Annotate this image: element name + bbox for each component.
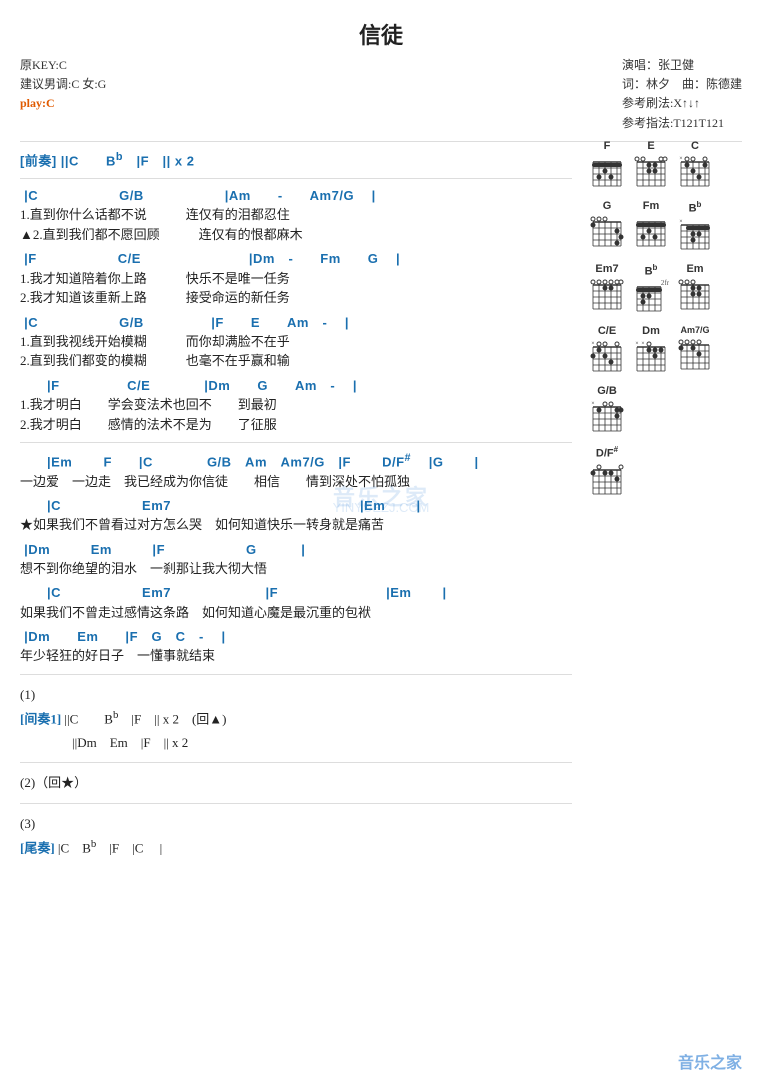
chord-Em: Em <box>676 263 714 316</box>
chord-row-4: C/E × <box>588 325 748 375</box>
lyric-line-4a: 1.我才明白 学会变法术也回不 到最初 <box>20 395 572 415</box>
chorus-chords-5: |Dm Em |F G C - | 年少轻狂的好日子 一懂事就结束 <box>20 628 572 666</box>
suggest-label: 建议男调:C 女:G <box>20 75 106 94</box>
svg-text:2fr: 2fr <box>661 279 670 287</box>
play-label: play:C <box>20 94 106 113</box>
meta-right: 演唱：张卫健 词：林夕 曲：陈德建 参考刷法:X↑↓↑ 参考指法:T121T12… <box>622 56 742 133</box>
lyric-line-2b: 2.我才知道该重新上路 接受命运的新任务 <box>20 288 572 308</box>
divider-5 <box>20 762 572 763</box>
chord-Dm: Dm × × <box>632 325 670 375</box>
chord-diagrams: F <box>588 140 748 508</box>
lyric-line-6: ★如果我们不曾看过对方怎么哭 如何知道快乐一转身就是痛苦 <box>20 515 572 535</box>
chord-Em7: Em7 <box>588 263 626 316</box>
key-label: 原KEY:C <box>20 56 106 75</box>
meta-left: 原KEY:C 建议男调:C 女:G play:C <box>20 56 106 133</box>
lyric-line-9: 年少轻狂的好日子 一懂事就结束 <box>20 646 572 666</box>
chord-row-5: G/B × <box>588 385 748 435</box>
svg-text:×: × <box>679 219 682 225</box>
chord-row-3: Em7 <box>588 263 748 316</box>
song-title: 信徒 <box>20 18 742 50</box>
lyric-line-7: 想不到你绝望的泪水 一刹那让我大彻大悟 <box>20 559 572 579</box>
svg-text:×: × <box>641 341 644 347</box>
section-2: (2)（回★） <box>20 771 572 794</box>
chord-C: C × <box>676 140 714 190</box>
verse-a-chords-1: |C G/B |Am - Am7/G | 1.直到你什么话都不说 连仅有的泪都忍… <box>20 187 572 244</box>
performer-label: 演唱：张卫健 <box>622 56 742 75</box>
prelude-chords: [前奏] ||C Bb |F || x 2 <box>20 150 572 171</box>
chord-Fm: Fm <box>632 200 670 253</box>
interlude-1-chords: [间奏1] ||C Bb |F || x 2 (回▲) <box>20 706 572 731</box>
strum-label: 参考刷法:X↑↓↑ <box>622 94 742 113</box>
chord-line-6: |C Em7 |Em | <box>20 497 572 515</box>
chord-row-1: F <box>588 140 748 190</box>
footer-logo: 音乐之家 <box>678 1049 742 1073</box>
lyric-line-4b: 2.我才明白 感情的法术不是为 了征服 <box>20 415 572 435</box>
divider-3 <box>20 442 572 443</box>
chord-line-3: |C G/B |F E Am - | <box>20 314 572 332</box>
chord-row-2: G <box>588 200 748 253</box>
section-3: (3) [尾奏] |C Bb |F |C | <box>20 812 572 860</box>
svg-text:×: × <box>635 341 638 347</box>
meta-section: 原KEY:C 建议男调:C 女:G play:C 演唱：张卫健 词：林夕 曲：陈… <box>20 56 742 133</box>
chord-row-6: D/F# <box>588 445 748 498</box>
svg-text:×: × <box>679 156 682 162</box>
chord-line-1: |C G/B |Am - Am7/G | <box>20 187 572 205</box>
divider-6 <box>20 803 572 804</box>
chord-G: G <box>588 200 626 253</box>
interlude-1-dm: ||Dm Em |F || x 2 <box>20 731 572 754</box>
section-1: (1) [间奏1] ||C Bb |F || x 2 (回▲) ||Dm Em … <box>20 683 572 755</box>
page: 信徒 原KEY:C 建议男调:C 女:G play:C 演唱：张卫健 词：林夕 … <box>0 0 762 1085</box>
divider-2 <box>20 178 572 179</box>
marker-3: (3) <box>20 812 572 835</box>
svg-text:×: × <box>591 401 594 407</box>
lyric-line-3a: 1.直到我视线开始模糊 而你却满脸不在乎 <box>20 332 572 352</box>
chord-Am7G: Am7/G <box>676 325 714 375</box>
chord-line-4: |F C/E |Dm G Am - | <box>20 377 572 395</box>
verse-a-chords-2: |F C/E |Dm - Fm G | 1.我才知道陪着你上路 快乐不是唯一任务… <box>20 250 572 307</box>
finger-label: 参考指法:T121T121 <box>622 114 742 133</box>
chord-line-7: |Dm Em |F G | <box>20 541 572 559</box>
outro-chords: [尾奏] |C Bb |F |C | <box>20 835 572 860</box>
chord-GB: G/B × <box>588 385 626 435</box>
svg-text:×: × <box>591 341 594 347</box>
prelude-section: [前奏] ||C Bb |F || x 2 <box>20 150 572 171</box>
verse-a-chords-4: |F C/E |Dm G Am - | 1.我才明白 学会变法术也回不 到最初 … <box>20 377 572 434</box>
chord-line-9: |Dm Em |F G C - | <box>20 628 572 646</box>
chorus-chords-1: |Em F |C G/B Am Am7/G |F D/F# |G | 一边爱 一… <box>20 451 572 491</box>
lyric-line-5: 一边爱 一边走 我已经成为你信徒 相信 情到深处不怕孤独 <box>20 472 572 492</box>
lyricist-label: 词：林夕 曲：陈德建 <box>622 75 742 94</box>
chord-DFsharp: D/F# <box>588 445 626 498</box>
verse-a-chords-3: |C G/B |F E Am - | 1.直到我视线开始模糊 而你却满脸不在乎 … <box>20 314 572 371</box>
chord-Bb: Bb × <box>676 200 714 253</box>
lyric-line-3b: 2.直到我们都变的模糊 也毫不在乎赢和输 <box>20 351 572 371</box>
lyric-line-2a: 1.我才知道陪着你上路 快乐不是唯一任务 <box>20 269 572 289</box>
lyric-line-1b: ▲2.直到我们都不愿回顾 连仅有的恨都麻木 <box>20 225 572 245</box>
chord-F: F <box>588 140 626 190</box>
lyric-line-1a: 1.直到你什么话都不说 连仅有的泪都忍住 <box>20 205 572 225</box>
chord-line-2: |F C/E |Dm - Fm G | <box>20 250 572 268</box>
chord-E: E <box>632 140 670 190</box>
divider-4 <box>20 674 572 675</box>
chorus-chords-3: |Dm Em |F G | 想不到你绝望的泪水 一刹那让我大彻大悟 <box>20 541 572 579</box>
chorus-chords-2: |C Em7 |Em | ★如果我们不曾看过对方怎么哭 如何知道快乐一转身就是痛… <box>20 497 572 535</box>
chord-line-8: |C Em7 |F |Em | <box>20 584 572 602</box>
chord-line-5: |Em F |C G/B Am Am7/G |F D/F# |G | <box>20 451 572 472</box>
chord-Bb2: Bb 2fr <box>632 263 670 316</box>
lyric-line-8: 如果我们不曾走过感情这条路 如何知道心魔是最沉重的包袱 <box>20 603 572 623</box>
chord-CE: C/E × <box>588 325 626 375</box>
chorus-chords-4: |C Em7 |F |Em | 如果我们不曾走过感情这条路 如何知道心魔是最沉重… <box>20 584 572 622</box>
marker-2: (2)（回★） <box>20 771 572 794</box>
marker-1: (1) <box>20 683 572 706</box>
